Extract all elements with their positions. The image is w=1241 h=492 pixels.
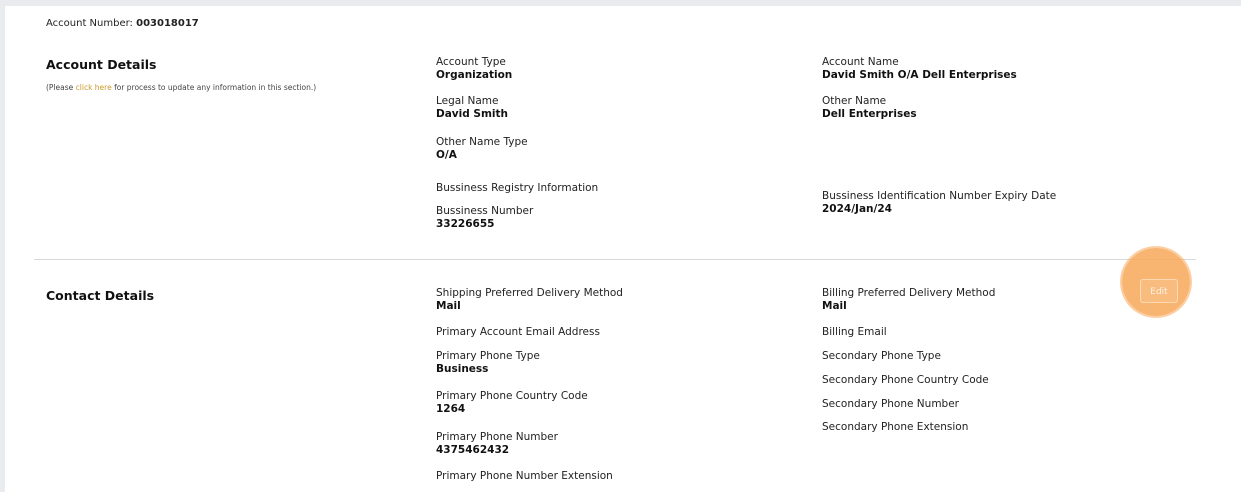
secondary-country-code-label: Secondary Phone Country Code xyxy=(822,374,989,386)
other-name-type-label: Other Name Type xyxy=(436,136,528,148)
note-prefix: (Please xyxy=(46,83,74,92)
secondary-extension-label: Secondary Phone Extension xyxy=(822,421,969,433)
account-number-value: 003018017 xyxy=(136,18,199,29)
bin-expiry-label: Bussiness Identification Number Expiry D… xyxy=(822,190,1057,202)
primary-phone-type-value: Business xyxy=(436,363,489,375)
field-primary-phone-type: Primary Phone Type Business xyxy=(436,350,796,376)
shipping-delivery-value: Mail xyxy=(436,300,461,312)
edit-button[interactable]: Edit xyxy=(1140,279,1178,303)
account-number: Account Number: 003018017 xyxy=(46,18,199,29)
field-primary-country-code: Primary Phone Country Code 1264 xyxy=(436,390,796,416)
field-primary-phone-number: Primary Phone Number 4375462432 xyxy=(436,431,796,457)
account-card: Account Number: 003018017 Account Detail… xyxy=(5,6,1241,492)
click-here-link[interactable]: click here xyxy=(76,83,112,92)
field-primary-extension: Primary Phone Number Extension xyxy=(436,470,796,483)
legal-name-value: David Smith xyxy=(436,108,509,120)
other-name-label: Other Name xyxy=(822,95,887,107)
other-name-type-value: O/A xyxy=(436,149,457,161)
field-legal-name: Legal Name David Smith xyxy=(436,95,796,121)
field-other-name: Other Name Dell Enterprises xyxy=(822,95,1182,121)
account-details-title: Account Details xyxy=(46,57,157,72)
legal-name-label: Legal Name xyxy=(436,95,499,107)
field-primary-email: Primary Account Email Address xyxy=(436,326,796,339)
account-type-value: Organization xyxy=(436,69,513,81)
field-secondary-country-code: Secondary Phone Country Code xyxy=(822,374,1182,387)
field-secondary-phone-type: Secondary Phone Type xyxy=(822,350,1182,363)
primary-phone-type-label: Primary Phone Type xyxy=(436,350,540,362)
primary-phone-number-value: 4375462432 xyxy=(436,444,510,456)
primary-country-code-label: Primary Phone Country Code xyxy=(436,390,588,402)
field-account-type: Account Type Organization xyxy=(436,56,796,82)
primary-phone-number-label: Primary Phone Number xyxy=(436,431,558,443)
field-secondary-extension: Secondary Phone Extension xyxy=(822,421,1182,434)
primary-country-code-value: 1264 xyxy=(436,403,466,415)
bin-expiry-value: 2024/Jan/24 xyxy=(822,203,892,215)
account-details-note: (Please click here for process to update… xyxy=(46,83,316,92)
account-name-value: David Smith O/A Dell Enterprises xyxy=(822,69,1017,81)
primary-extension-label: Primary Phone Number Extension xyxy=(436,470,613,482)
note-suffix: for process to update any information in… xyxy=(114,83,317,92)
shipping-delivery-label: Shipping Preferred Delivery Method xyxy=(436,287,623,299)
business-number-value: 33226655 xyxy=(436,218,495,230)
field-secondary-phone-number: Secondary Phone Number xyxy=(822,398,1182,411)
field-shipping-delivery: Shipping Preferred Delivery Method Mail xyxy=(436,287,796,313)
other-name-value: Dell Enterprises xyxy=(822,108,917,120)
field-billing-email: Billing Email xyxy=(822,326,1182,339)
field-other-name-type: Other Name Type O/A xyxy=(436,136,796,162)
field-account-name: Account Name David Smith O/A Dell Enterp… xyxy=(822,56,1182,82)
secondary-phone-number-label: Secondary Phone Number xyxy=(822,398,959,410)
primary-email-label: Primary Account Email Address xyxy=(436,326,600,338)
billing-email-label: Billing Email xyxy=(822,326,887,338)
business-number-label: Bussiness Number xyxy=(436,205,534,217)
field-bin-expiry: Bussiness Identification Number Expiry D… xyxy=(822,190,1182,216)
contact-details-title: Contact Details xyxy=(46,288,155,303)
section-divider xyxy=(34,259,1196,260)
account-number-label: Account Number: xyxy=(46,18,133,29)
field-business-number: Bussiness Number 33226655 xyxy=(436,205,796,231)
account-name-label: Account Name xyxy=(822,56,899,68)
registry-info-label: Bussiness Registry Information xyxy=(436,182,599,194)
secondary-phone-type-label: Secondary Phone Type xyxy=(822,350,941,362)
field-registry-info: Bussiness Registry Information xyxy=(436,182,796,195)
account-type-label: Account Type xyxy=(436,56,506,68)
